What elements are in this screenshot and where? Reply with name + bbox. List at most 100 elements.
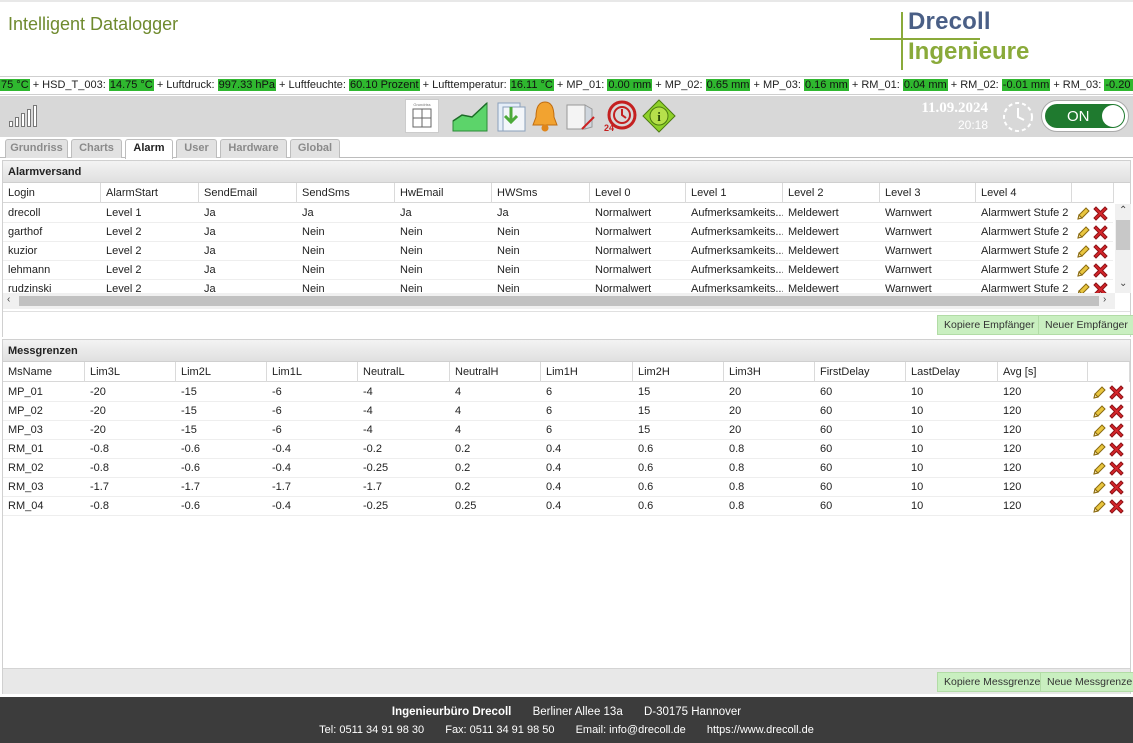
delete-x-icon[interactable] xyxy=(1093,263,1108,278)
footer-email[interactable]: Email: info@drecoll.de xyxy=(576,724,686,736)
alarmversand-horizontal-thumb[interactable] xyxy=(19,296,1099,306)
alarm-bell-icon[interactable] xyxy=(528,99,562,133)
table-row[interactable]: RM_01 -0.8 -0.6 -0.4 -0.2 0.2 0.4 0.6 0.8 60 10 120 xyxy=(3,440,1130,459)
delete-x-icon[interactable] xyxy=(1109,499,1124,514)
delete-x-icon[interactable] xyxy=(1093,244,1108,259)
alarm-cell: Nein xyxy=(400,245,423,257)
delete-x-icon[interactable] xyxy=(1093,282,1108,293)
delete-x-icon[interactable] xyxy=(1109,461,1124,476)
copy-limit-button[interactable]: Kopiere Messgrenze xyxy=(937,672,1048,692)
table-row[interactable]: kuzior Level 2 Ja Nein Nein Nein Normalwert Auf… xyxy=(3,242,1113,261)
table-row[interactable]: RM_04 -0.8 -0.6 -0.4 -0.25 0.25 0.4 0.6 0.8 60 10 1… xyxy=(3,497,1130,516)
edit-pencil-icon[interactable] xyxy=(1092,385,1107,400)
delete-x-icon[interactable] xyxy=(1109,385,1124,400)
alarmversand-vertical-scrollbar[interactable]: ⌃ ⌄ xyxy=(1115,204,1131,293)
mess-column-header[interactable]: Lim3H xyxy=(724,362,815,382)
alarm-cell: Ja xyxy=(204,264,216,276)
tab-user[interactable]: User xyxy=(176,139,217,158)
scroll-up-icon[interactable]: ⌃ xyxy=(1119,205,1127,216)
edit-pencil-icon[interactable] xyxy=(1076,206,1091,221)
tab-global[interactable]: Global xyxy=(290,139,340,158)
on-off-toggle[interactable]: ON xyxy=(1041,100,1129,132)
mess-column-header[interactable]: MsName xyxy=(3,362,85,382)
alarm-header-row: Login AlarmStart SendEmail SendSms HwEmail HW… xyxy=(3,183,1114,203)
download-icon[interactable] xyxy=(494,99,528,133)
mess-column-header[interactable]: Lim1H xyxy=(541,362,633,382)
signal-strength-icon xyxy=(9,105,41,127)
alarm-column-header[interactable]: HWSms xyxy=(492,183,590,203)
delete-x-icon[interactable] xyxy=(1109,404,1124,419)
alarm-column-header[interactable]: SendSms xyxy=(297,183,395,203)
tab-hardware[interactable]: Hardware xyxy=(220,139,287,158)
alarm-column-header[interactable]: Login xyxy=(3,183,101,203)
scroll-down-icon[interactable]: ⌄ xyxy=(1119,278,1127,289)
edit-pencil-icon[interactable] xyxy=(1092,480,1107,495)
mess-column-header[interactable]: Avg [s] xyxy=(998,362,1088,382)
ticker-value: 14.75 °C xyxy=(108,79,154,91)
table-row[interactable]: garthof Level 2 Ja Nein Nein Nein Normalwert Au… xyxy=(3,223,1113,242)
user-edit-icon[interactable] xyxy=(564,99,598,133)
mess-column-header[interactable]: Lim1L xyxy=(267,362,358,382)
alarmversand-vertical-thumb[interactable] xyxy=(1116,220,1130,250)
footer-tel: Tel: 0511 34 91 98 30 xyxy=(319,724,425,736)
tab-alarm[interactable]: Alarm xyxy=(125,139,173,159)
mess-cell: 0.8 xyxy=(729,443,745,455)
info-diamond-icon[interactable]: i xyxy=(642,99,676,133)
alarm-column-header[interactable]: Level 0 xyxy=(590,183,686,203)
footer-website[interactable]: https://www.drecoll.de xyxy=(707,724,814,736)
ticker-value: 0.16 mm xyxy=(803,79,849,91)
toggle-label: ON xyxy=(1067,108,1090,125)
table-row[interactable]: RM_03 -1.7 -1.7 -1.7 -1.7 0.2 0.4 0.6 0.8 60 10 120 xyxy=(3,478,1130,497)
table-row[interactable]: MP_03 -20 -15 -6 -4 4 6 15 20 60 10 120 xyxy=(3,421,1130,440)
delete-x-icon[interactable] xyxy=(1093,206,1108,221)
edit-pencil-icon[interactable] xyxy=(1092,423,1107,438)
scroll-left-icon[interactable]: ‹ xyxy=(7,294,10,305)
24h-clock-icon[interactable]: 24 xyxy=(602,99,637,133)
tab-grundriss[interactable]: Grundriss xyxy=(5,139,68,158)
mess-column-header[interactable]: NeutralL xyxy=(358,362,450,382)
edit-pencil-icon[interactable] xyxy=(1076,225,1091,240)
alarm-column-header[interactable]: SendEmail xyxy=(199,183,297,203)
mess-column-header[interactable]: Lim2H xyxy=(633,362,724,382)
delete-x-icon[interactable] xyxy=(1109,423,1124,438)
alarm-column-header[interactable]: HwEmail xyxy=(395,183,492,203)
alarmversand-horizontal-scrollbar[interactable]: ‹ › xyxy=(3,293,1115,309)
edit-pencil-icon[interactable] xyxy=(1076,244,1091,259)
mess-cell: -4 xyxy=(363,424,373,436)
table-row[interactable]: MP_02 -20 -15 -6 -4 4 6 15 20 60 10 120 xyxy=(3,402,1130,421)
alarm-cell: Ja xyxy=(204,283,216,293)
edit-pencil-icon[interactable] xyxy=(1092,442,1107,457)
table-row[interactable]: rudzinski Level 2 Ja Nein Nein Nein Normalwert… xyxy=(3,280,1113,293)
alarm-column-header[interactable]: Level 2 xyxy=(783,183,880,203)
table-row[interactable]: drecoll Level 1 Ja Ja Ja Ja Normalwert Aufmerks… xyxy=(3,204,1113,223)
mess-column-header[interactable]: Lim2L xyxy=(176,362,267,382)
edit-pencil-icon[interactable] xyxy=(1092,461,1107,476)
edit-pencil-icon[interactable] xyxy=(1092,404,1107,419)
table-row[interactable]: RM_02 -0.8 -0.6 -0.4 -0.25 0.2 0.4 0.6 0.8 60 10 12… xyxy=(3,459,1130,478)
mess-column-header[interactable]: Lim3L xyxy=(85,362,176,382)
alarm-column-header[interactable]: Level 3 xyxy=(880,183,976,203)
edit-pencil-icon[interactable] xyxy=(1092,499,1107,514)
delete-x-icon[interactable] xyxy=(1109,480,1124,495)
mess-column-header[interactable]: LastDelay xyxy=(906,362,998,382)
alarm-cell: Nein xyxy=(302,226,325,238)
alarm-column-header[interactable]: Level 1 xyxy=(686,183,783,203)
table-row[interactable]: MP_01 -20 -15 -6 -4 4 6 15 20 60 10 120 xyxy=(3,383,1130,402)
copy-recipient-button[interactable]: Kopiere Empfänger xyxy=(937,315,1042,335)
delete-x-icon[interactable] xyxy=(1109,442,1124,457)
delete-x-icon[interactable] xyxy=(1093,225,1108,240)
table-row[interactable]: lehmann Level 2 Ja Nein Nein Nein Normalwert Au… xyxy=(3,261,1113,280)
scroll-right-icon[interactable]: › xyxy=(1103,294,1106,305)
ticker-label: + HSD_T_003: xyxy=(29,79,109,91)
mess-column-header[interactable]: FirstDelay xyxy=(815,362,906,382)
grundriss-icon[interactable]: Grundriss xyxy=(405,99,439,133)
alarm-column-header[interactable]: Level 4 xyxy=(976,183,1072,203)
chart-icon[interactable] xyxy=(452,99,488,133)
edit-pencil-icon[interactable] xyxy=(1076,263,1091,278)
tab-charts[interactable]: Charts xyxy=(71,139,122,158)
mess-column-header[interactable]: NeutralH xyxy=(450,362,541,382)
new-recipient-button[interactable]: Neuer Empfänger xyxy=(1038,315,1133,335)
alarm-column-header[interactable]: AlarmStart xyxy=(101,183,199,203)
new-limit-button[interactable]: Neue Messgrenze xyxy=(1040,672,1133,692)
edit-pencil-icon[interactable] xyxy=(1076,282,1091,293)
